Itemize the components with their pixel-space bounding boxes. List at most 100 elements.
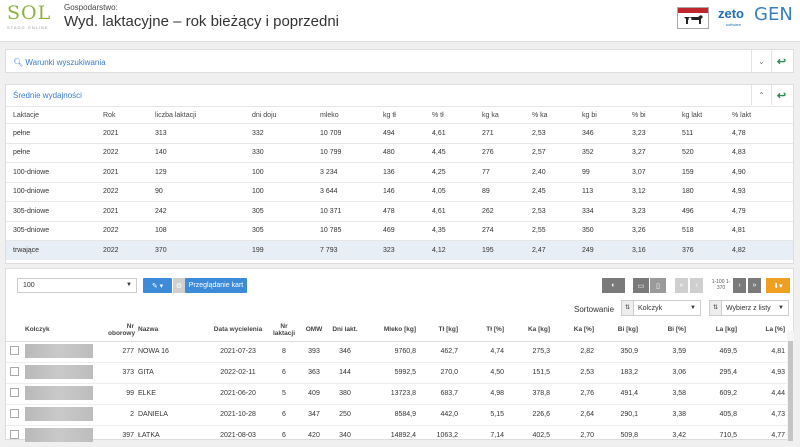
- grid-cell: 2,64: [552, 404, 596, 426]
- first-page-button[interactable]: «: [675, 278, 688, 293]
- ear-tag-blurred: [25, 427, 93, 442]
- avg-cell: 242: [148, 201, 245, 221]
- avg-col-header: mleko: [313, 106, 376, 124]
- chevron-up-icon[interactable]: ⌃: [751, 85, 771, 105]
- grid-col-header[interactable]: Bi [%]: [640, 319, 688, 342]
- grid-col-header[interactable]: Tł [kg]: [418, 319, 460, 342]
- avg-cell: 10 709: [313, 123, 376, 143]
- grid-cell: 9760,8: [360, 341, 418, 363]
- grid-cell: 2,70: [552, 425, 596, 447]
- avg-cell: 334: [575, 201, 625, 221]
- caret-down-icon: ▼: [778, 305, 784, 311]
- grid-col-header[interactable]: La [kg]: [688, 319, 739, 342]
- grid-cell: 2,53: [552, 362, 596, 384]
- avg-cell: pełne: [6, 142, 96, 163]
- grid-cell: 6: [270, 404, 298, 426]
- avg-cell: 10 371: [313, 201, 376, 221]
- grid-cell: 3,42: [640, 425, 688, 447]
- grid-col-header[interactable]: Ka [%]: [552, 319, 596, 342]
- grid-cell: 277: [106, 341, 136, 363]
- grid-cell: DANIELA: [136, 404, 206, 426]
- row-checkbox[interactable]: [10, 388, 19, 397]
- avg-cell: 3,27: [625, 142, 675, 163]
- search-conditions-panel: 🔍︎ Warunki wyszukiwania ⌄ ↩: [5, 49, 794, 73]
- grid-col-header[interactable]: Kolczyk: [23, 319, 106, 342]
- next-page-button[interactable]: ›: [733, 278, 746, 293]
- avg-cell: 89: [475, 181, 525, 202]
- avg-cell: 330: [245, 142, 313, 163]
- back-arrow-icon[interactable]: ↩: [771, 50, 791, 72]
- table-row[interactable]: 397 ŁATKA 2021-08-03 6 420 340 14892,4 1063,2 7,…: [6, 425, 787, 447]
- monitor-icon[interactable]: ▭: [633, 278, 649, 293]
- grid-col-header[interactable]: Nr oborowy: [106, 319, 136, 342]
- grid-cell: 151,5: [506, 362, 552, 384]
- avg-table-row: 100-dniowe 2021 129 100 3 234 136 4,25 77 2,40 99…: [6, 162, 793, 182]
- row-checkbox[interactable]: [10, 367, 19, 376]
- search-conditions-toggle[interactable]: 🔍︎ Warunki wyszukiwania: [13, 58, 106, 67]
- grid-col-header[interactable]: Dni lakt.: [330, 319, 360, 342]
- export-button[interactable]: ⬇▾: [766, 278, 790, 293]
- row-checkbox[interactable]: [10, 430, 19, 439]
- mobile-icon[interactable]: ▯: [650, 278, 666, 293]
- grid-cell: ŁATKA: [136, 425, 206, 447]
- avg-cell: 3 644: [313, 181, 376, 202]
- grid-col-header[interactable]: Data wycielenia: [206, 319, 270, 342]
- avg-cell: 370: [148, 240, 245, 260]
- grid-cell: 350,9: [596, 341, 640, 363]
- last-page-button[interactable]: »: [748, 278, 761, 293]
- grid-cell: 420: [298, 425, 330, 447]
- farm-label: Gospodarstwo:: [64, 3, 118, 12]
- grid-cell: 340: [330, 425, 360, 447]
- table-row[interactable]: 373 GITA 2022-02-11 6 363 144 5992,5 270,0 4,50 1…: [6, 362, 787, 384]
- grid-col-header[interactable]: Bi [kg]: [596, 319, 640, 342]
- grid-col-header[interactable]: Ka [kg]: [506, 319, 552, 342]
- sort-primary-select[interactable]: ⇅ Kolczyk ▼: [621, 300, 701, 316]
- avg-cell: 4,78: [725, 123, 793, 143]
- table-scrollbar[interactable]: [787, 331, 794, 441]
- edit-menu-button[interactable]: ✎ ▾: [143, 278, 172, 293]
- grid-col-header[interactable]: Mleko [kg]: [360, 319, 418, 342]
- back-arrow-icon[interactable]: ↩: [771, 85, 791, 105]
- grid-cell: 4,44: [739, 383, 787, 405]
- cow-logo-icon: [677, 7, 709, 29]
- avg-cell: 4,90: [725, 162, 793, 182]
- page-size-select[interactable]: 100 ▼: [17, 278, 137, 293]
- chevron-down-icon[interactable]: ⌄: [751, 50, 771, 72]
- grid-cell: 4,81: [739, 341, 787, 363]
- avg-cell: 108: [148, 220, 245, 241]
- avg-col-header: liczba laktacji: [148, 106, 245, 124]
- grid-col-header[interactable]: Nazwa: [136, 319, 206, 342]
- avg-col-header: % bi: [625, 106, 675, 124]
- browse-cards-button[interactable]: Przeglądanie kart: [185, 278, 247, 293]
- avg-cell: 332: [245, 123, 313, 143]
- grid-col-header[interactable]: Nr laktacji: [270, 319, 298, 342]
- avg-cell: trwające: [6, 240, 96, 260]
- avg-cell: 469: [376, 220, 425, 241]
- sort-direction-icon[interactable]: ⇅: [710, 301, 722, 315]
- grid-cell: 405,8: [688, 404, 739, 426]
- row-checkbox[interactable]: [10, 409, 19, 418]
- grid-col-header[interactable]: La [%]: [739, 319, 787, 342]
- sort-direction-icon[interactable]: ⇅: [622, 301, 634, 315]
- sol-logo: SOL STADO ONLINE: [7, 2, 52, 31]
- grid-col-header[interactable]: OMW: [298, 319, 330, 342]
- avg-cell: 3,07: [625, 162, 675, 182]
- table-row[interactable]: 277 NOWA 16 2021-07-23 8 393 346 9760,8 462,7 4,…: [6, 341, 787, 363]
- average-yields-title[interactable]: Średnie wydajności: [13, 91, 82, 100]
- avg-cell: 136: [376, 162, 425, 182]
- prev-page-button[interactable]: ‹: [690, 278, 703, 293]
- sort-secondary-select[interactable]: ⇅ Wybierz z listy ▼: [709, 300, 789, 316]
- grid-cell: 14892,4: [360, 425, 418, 447]
- average-yields-table: Laktacje Rok liczba laktacji dni doju mleko k…: [6, 106, 793, 260]
- ear-tag-blurred: [25, 364, 93, 379]
- top-bar: SOL STADO ONLINE Gospodarstwo: Wyd. lakt…: [0, 0, 800, 42]
- table-row[interactable]: 2 DANIELA 2021-10-28 6 347 250 8584,9 442,0 5,15…: [6, 404, 787, 426]
- grid-cell: 6: [270, 425, 298, 447]
- grid-col-header[interactable]: Tł [%]: [460, 319, 506, 342]
- table-row[interactable]: 99 ELKE 2021-06-20 5 409 380 13723,8 683,7 4,98 3…: [6, 383, 787, 405]
- scrollbar-thumb[interactable]: [788, 341, 793, 441]
- toggle-icon[interactable]: ◐: [602, 278, 625, 293]
- row-checkbox[interactable]: [10, 346, 19, 355]
- avg-cell: 350: [575, 220, 625, 241]
- grid-cell: 5: [270, 383, 298, 405]
